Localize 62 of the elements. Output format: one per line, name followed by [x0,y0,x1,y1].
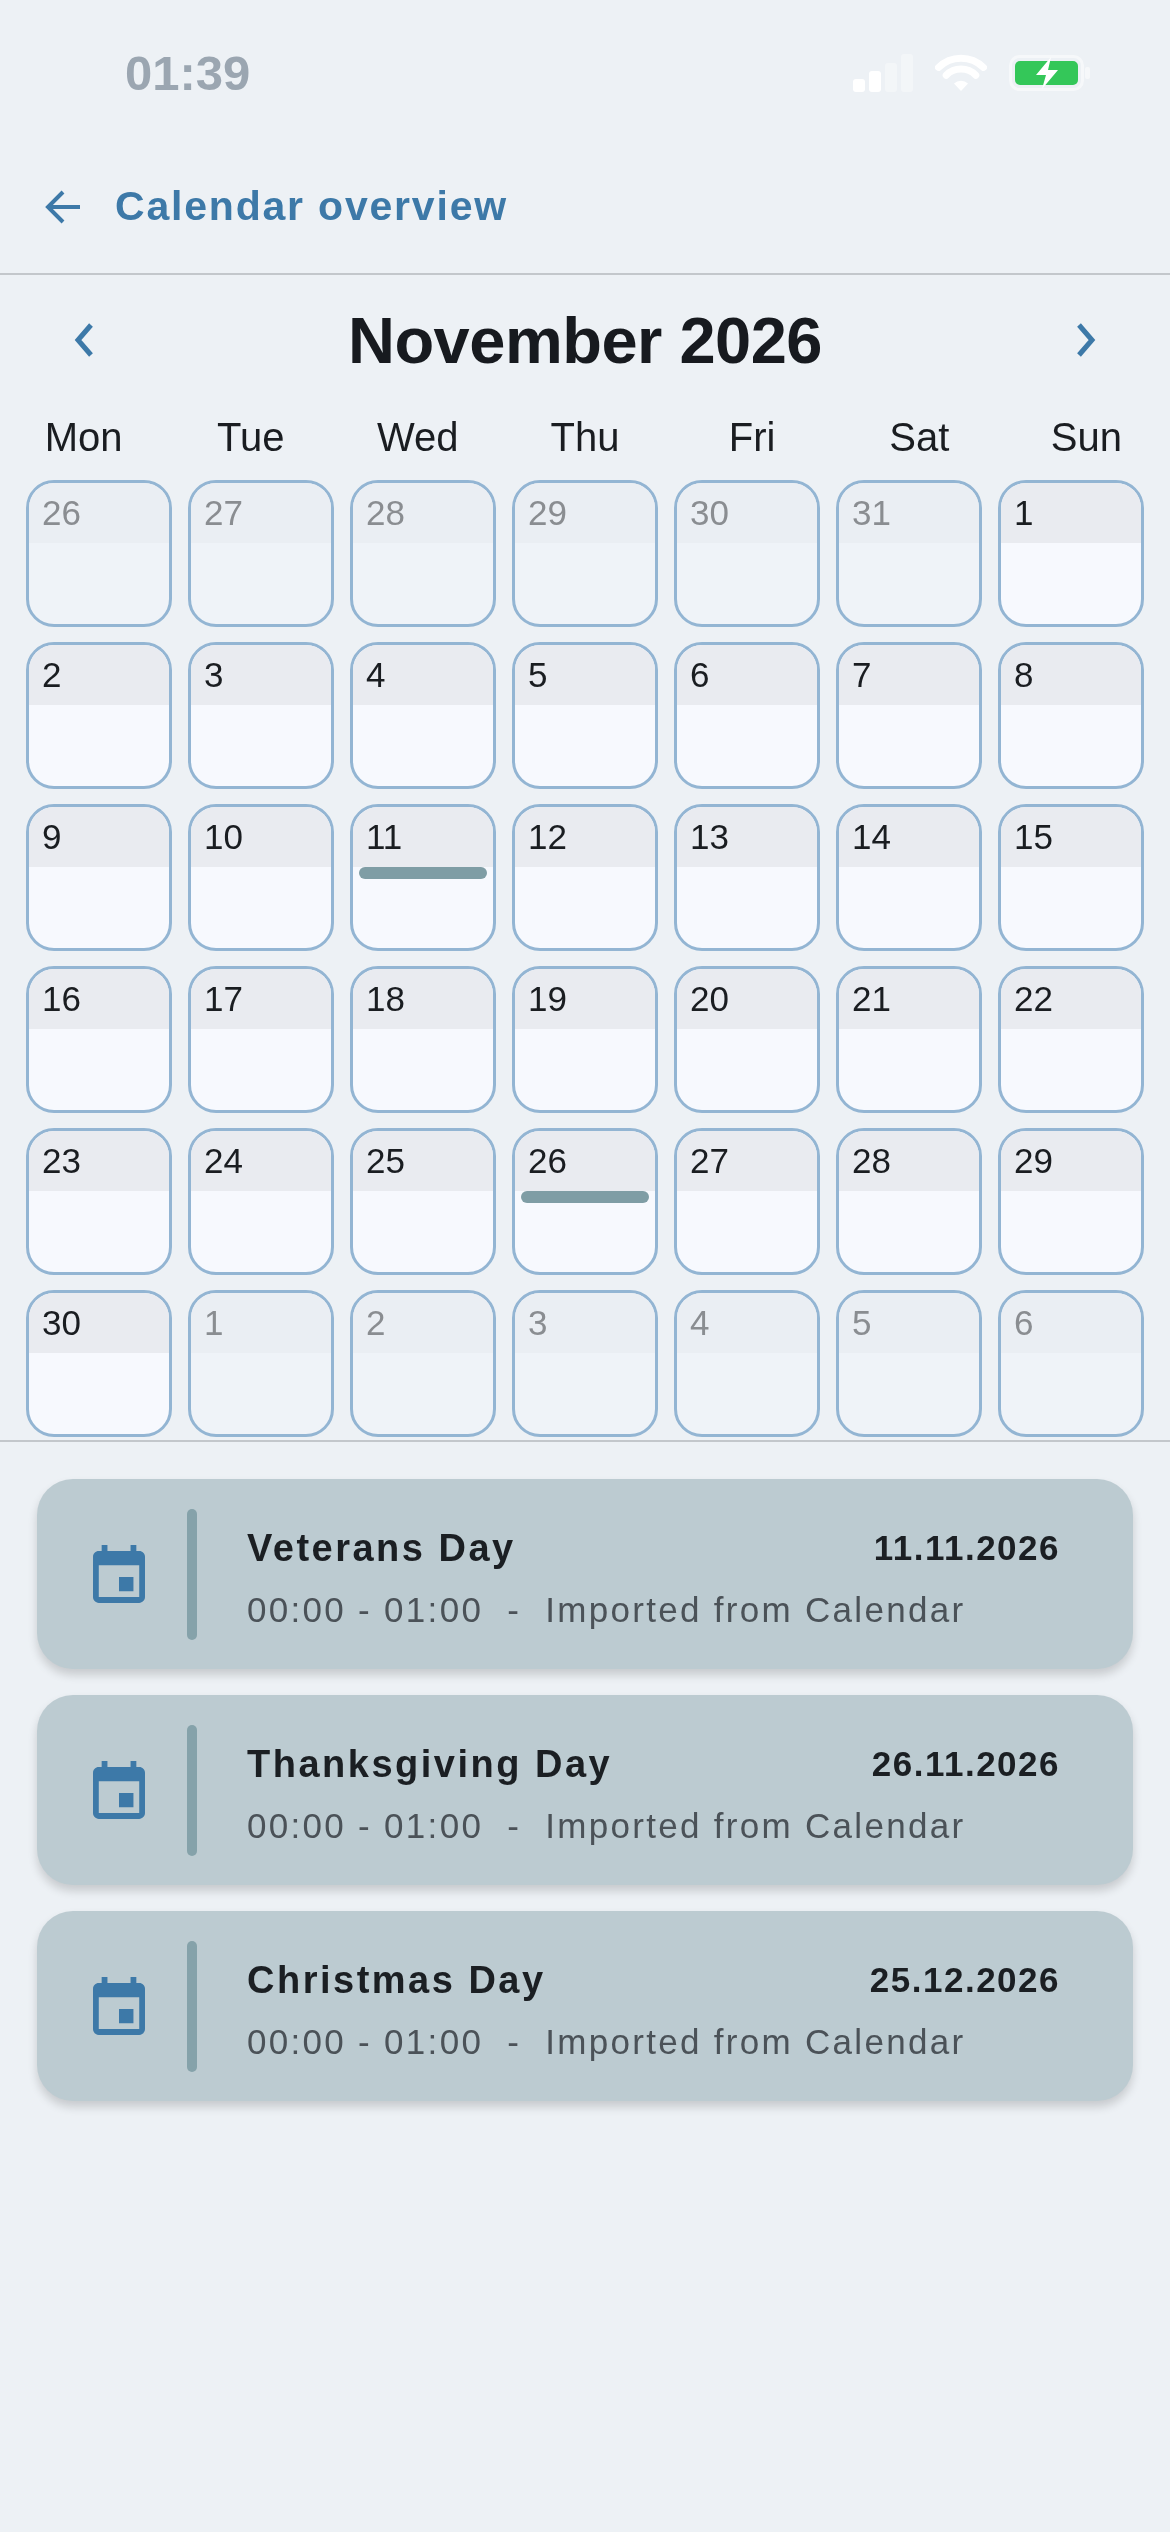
event-date: 11.11.2026 [873,1528,1060,1568]
day-cell[interactable]: 2 [26,642,172,789]
day-cell[interactable]: 3 [188,642,334,789]
weekday-label: Sun [1050,414,1122,460]
day-cell[interactable]: 7 [836,642,982,789]
day-cell[interactable]: 24 [188,1128,334,1275]
chevron-left-icon [73,322,95,358]
day-cell[interactable]: 1 [998,480,1144,627]
day-cell[interactable]: 10 [188,804,334,951]
day-cell[interactable]: 19 [512,966,658,1113]
status-time: 01:39 [125,48,251,98]
day-cell[interactable]: 16 [26,966,172,1113]
back-arrow-icon [45,189,82,224]
day-cell[interactable]: 23 [26,1128,172,1275]
calendar-icon [93,1761,145,1819]
calendar-icon [93,1545,145,1603]
day-cell[interactable]: 12 [512,804,658,951]
day-cell[interactable]: 18 [350,966,496,1113]
calendar-icon [93,1977,145,2035]
weekday-label: Mon [44,414,123,460]
event-title: Veterans Day [247,1526,516,1570]
day-cell[interactable]: 14 [836,804,982,951]
day-cell[interactable]: 28 [836,1128,982,1275]
battery-icon [1009,55,1091,91]
page-title: Calendar overview [115,183,508,230]
day-cell[interactable]: 9 [26,804,172,951]
day-cell[interactable]: 11 [350,804,496,951]
day-cell[interactable]: 30 [26,1290,172,1437]
chevron-right-icon [1075,322,1097,358]
event-date: 25.12.2026 [869,1960,1060,2000]
day-cell[interactable]: 4 [350,642,496,789]
event-title: Christmas Day [247,1958,546,2002]
day-cell[interactable]: 5 [512,642,658,789]
event-title: Thanksgiving Day [247,1742,613,1786]
event-card[interactable]: Thanksgiving Day 26.11.2026 00:00 - 01:00 - Imported from Calendar [37,1695,1133,1885]
day-cell[interactable]: 15 [998,804,1144,951]
day-cell[interactable]: 29 [998,1128,1144,1275]
weekday-label: Tue [217,414,285,460]
event-details: 00:00 - 01:00 - Imported from Calendar [247,1590,966,1630]
weekday-label: Sat [889,414,950,460]
event-card[interactable]: Veterans Day 11.11.2026 00:00 - 01:00 - Imported from Calendar [37,1479,1133,1669]
event-date: 26.11.2026 [871,1744,1060,1784]
day-cell[interactable]: 6 [674,642,820,789]
weekday-label: Wed [377,414,459,460]
day-cell[interactable]: 25 [350,1128,496,1275]
weekday-label: Thu [550,414,620,460]
weekday-label: Fri [728,414,776,460]
day-cell[interactable]: 26 [512,1128,658,1275]
day-cell[interactable]: 27 [674,1128,820,1275]
day-cell[interactable]: 8 [998,642,1144,789]
day-cell[interactable]: 20 [674,966,820,1113]
day-cell[interactable]: 21 [836,966,982,1113]
back-button[interactable] [45,189,82,224]
day-cell[interactable]: 13 [674,804,820,951]
day-cell[interactable]: 17 [188,966,334,1113]
event-card[interactable]: Christmas Day 25.12.2026 00:00 - 01:00 - Imported from Calendar [37,1911,1133,2101]
previous-month-button[interactable] [73,322,95,358]
day-cell[interactable]: 22 [998,966,1144,1113]
event-details: 00:00 - 01:00 - Imported from Calendar [247,2022,966,2062]
month-title: November 2026 [347,302,823,378]
next-month-button[interactable] [1075,322,1097,358]
event-details: 00:00 - 01:00 - Imported from Calendar [247,1806,966,1846]
